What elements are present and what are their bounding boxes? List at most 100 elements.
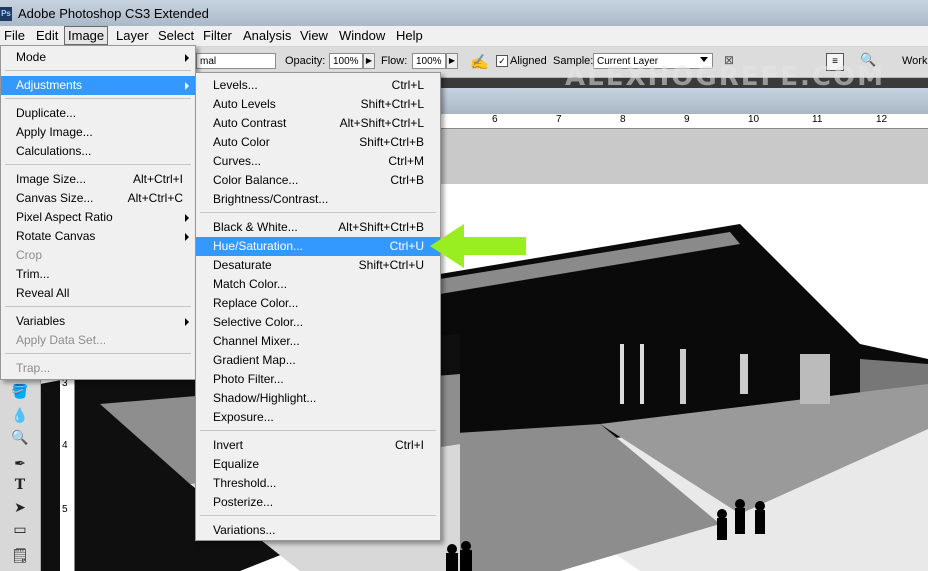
menu-item-shortcut: Shift+Ctrl+B (359, 135, 424, 149)
menu-filter[interactable]: Filter (203, 28, 232, 43)
menu-item-reveal-all[interactable]: Reveal All (1, 284, 195, 303)
flow-arrow-icon[interactable]: ▶ (446, 53, 458, 69)
menu-view[interactable]: View (300, 28, 328, 43)
menu-item-label: Selective Color... (213, 315, 304, 329)
menu-item-channel-mixer[interactable]: Channel Mixer... (196, 332, 440, 351)
menu-item-auto-color[interactable]: Auto Color Shift+Ctrl+B (196, 133, 440, 152)
image-menu: Mode Adjustments Duplicate... Apply Image..… (0, 45, 196, 380)
menu-item-label: Brightness/Contrast... (213, 192, 329, 206)
menu-item-shadow-highlight[interactable]: Shadow/Highlight... (196, 389, 440, 408)
mode-dropdown[interactable]: mal (196, 53, 276, 69)
menu-item-trim[interactable]: Trim... (1, 265, 195, 284)
submenu-arrow-icon (185, 233, 189, 241)
opacity-input[interactable]: 100% (329, 53, 363, 69)
menu-item-label: Rotate Canvas (16, 229, 96, 243)
menu-help[interactable]: Help (396, 28, 423, 43)
menu-item-label: Black & White... (213, 220, 298, 234)
menu-item-posterize[interactable]: Posterize... (196, 493, 440, 512)
menu-item-levels[interactable]: Levels... Ctrl+L (196, 76, 440, 95)
menu-select[interactable]: Select (158, 28, 194, 43)
menu-separator (5, 353, 191, 354)
aligned-checkbox[interactable]: ✓ (496, 55, 508, 67)
menu-item-shortcut: Ctrl+L (391, 78, 424, 92)
menu-item-label: Shadow/Highlight... (213, 391, 317, 405)
submenu-arrow-icon (185, 214, 189, 222)
menu-item-label: Pixel Aspect Ratio (16, 210, 113, 224)
notes-icon[interactable]: 🗒 (10, 546, 30, 564)
menu-item-adjustments[interactable]: Adjustments (1, 76, 195, 95)
rectangle-shape-icon[interactable]: ▭ (10, 520, 30, 538)
canvas-pasteboard (440, 129, 928, 184)
menu-item-black-white[interactable]: Black & White... Alt+Shift+Ctrl+B (196, 218, 440, 237)
menu-item-hue-saturation[interactable]: Hue/Saturation... Ctrl+U (196, 237, 440, 256)
menu-item-image-size[interactable]: Image Size... Alt+Ctrl+I (1, 170, 195, 189)
ruler-tick-label: 9 (684, 114, 690, 125)
title-bar: Ps Adobe Photoshop CS3 Extended (0, 0, 928, 26)
menu-item-selective-color[interactable]: Selective Color... (196, 313, 440, 332)
flow-label: Flow: (381, 55, 408, 67)
menu-item-mode[interactable]: Mode (1, 48, 195, 67)
menu-item-color-balance[interactable]: Color Balance... Ctrl+B (196, 171, 440, 190)
menu-item-rotate-canvas[interactable]: Rotate Canvas (1, 227, 195, 246)
menu-item-pixel-aspect-ratio[interactable]: Pixel Aspect Ratio (1, 208, 195, 227)
opacity-label: Opacity: (285, 55, 326, 67)
menu-item-label: Hue/Saturation... (213, 239, 304, 253)
menu-item-label: Duplicate... (16, 106, 77, 120)
pen-icon[interactable]: ✒ (10, 454, 30, 472)
workspace-button[interactable]: Work (902, 55, 927, 67)
menu-item-label: Posterize... (213, 495, 274, 509)
menu-item-shortcut: Alt+Shift+Ctrl+B (338, 220, 424, 234)
menu-item-label: Variations... (213, 523, 276, 537)
menu-item-shortcut: Alt+Ctrl+I (132, 172, 183, 186)
window-title: Adobe Photoshop CS3 Extended (18, 6, 209, 21)
dodge-icon[interactable]: 🔍 (10, 428, 30, 446)
ruler-tick-label: 10 (748, 114, 760, 125)
menu-layer[interactable]: Layer (116, 28, 149, 43)
menu-item-match-color[interactable]: Match Color... (196, 275, 440, 294)
adjustments-submenu: Levels... Ctrl+L Auto Levels Shift+Ctrl+L Au… (195, 72, 441, 541)
menu-item-invert[interactable]: Invert Ctrl+I (196, 436, 440, 455)
menu-item-label: Equalize (213, 457, 260, 471)
ruler-tick-label: 5 (62, 504, 68, 515)
menu-item-label: Canvas Size... (16, 191, 94, 205)
menu-item-desaturate[interactable]: Desaturate Shift+Ctrl+U (196, 256, 440, 275)
flow-input[interactable]: 100% (412, 53, 446, 69)
menu-item-duplicate[interactable]: Duplicate... (1, 104, 195, 123)
menu-item-variations[interactable]: Variations... (196, 521, 440, 540)
menu-separator (200, 212, 436, 213)
menu-file[interactable]: File (4, 28, 25, 43)
menu-item-gradient-map[interactable]: Gradient Map... (196, 351, 440, 370)
menu-item-curves[interactable]: Curves... Ctrl+M (196, 152, 440, 171)
ruler-tick-label: 11 (812, 114, 823, 125)
blur-drop-icon[interactable]: 💧 (10, 406, 30, 424)
menu-item-photo-filter[interactable]: Photo Filter... (196, 370, 440, 389)
menu-item-threshold[interactable]: Threshold... (196, 474, 440, 493)
menu-edit[interactable]: Edit (36, 28, 58, 43)
airbrush-icon[interactable]: ✍ (470, 53, 490, 71)
menu-item-apply-image[interactable]: Apply Image... (1, 123, 195, 142)
menu-item-label: Image Size... (16, 172, 87, 186)
menu-item-apply-data-set: Apply Data Set... (1, 331, 195, 350)
menu-item-equalize[interactable]: Equalize (196, 455, 440, 474)
menu-item-auto-levels[interactable]: Auto Levels Shift+Ctrl+L (196, 95, 440, 114)
menu-item-shortcut: Alt+Shift+Ctrl+L (339, 116, 424, 130)
menu-item-replace-color[interactable]: Replace Color... (196, 294, 440, 313)
opacity-arrow-icon[interactable]: ▶ (363, 53, 375, 69)
menu-image[interactable]: Image (64, 26, 109, 45)
menu-analysis[interactable]: Analysis (243, 28, 291, 43)
menu-item-brightness-contrast[interactable]: Brightness/Contrast... (196, 190, 440, 209)
path-selection-icon[interactable]: ➤ (10, 498, 30, 516)
ruler-tick-label: 4 (62, 440, 68, 451)
menu-item-label: Curves... (213, 154, 262, 168)
submenu-arrow-icon (185, 82, 189, 90)
menu-item-exposure[interactable]: Exposure... (196, 408, 440, 427)
menu-item-canvas-size[interactable]: Canvas Size... Alt+Ctrl+C (1, 189, 195, 208)
menu-item-auto-contrast[interactable]: Auto Contrast Alt+Shift+Ctrl+L (196, 114, 440, 133)
vertical-ruler: 3 4 5 (60, 378, 75, 571)
menu-window[interactable]: Window (339, 28, 385, 43)
menu-item-calculations[interactable]: Calculations... (1, 142, 195, 161)
menu-item-variables[interactable]: Variables (1, 312, 195, 331)
paint-bucket-icon[interactable]: 🪣 (10, 382, 30, 400)
type-tool-icon[interactable]: T (10, 476, 30, 494)
submenu-arrow-icon (185, 318, 189, 326)
